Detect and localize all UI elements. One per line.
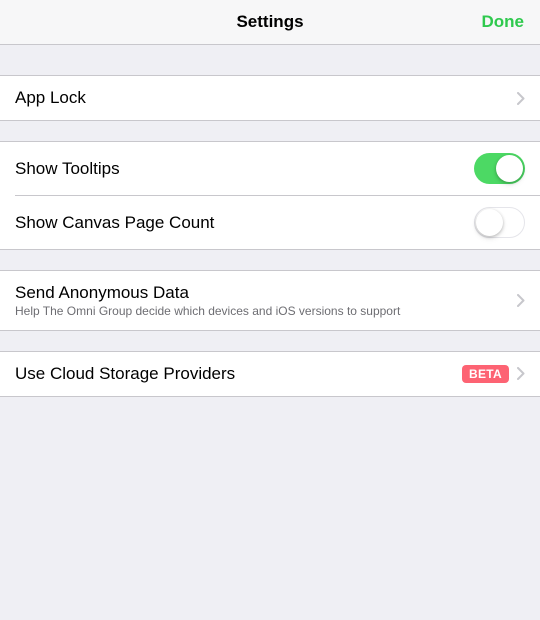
row-label: Use Cloud Storage Providers (15, 363, 454, 384)
row-label: App Lock (15, 87, 509, 108)
group-spacer (0, 250, 540, 270)
row-show-canvas-page-count[interactable]: Show Canvas Page Count (0, 196, 540, 249)
row-content: Show Canvas Page Count (15, 212, 474, 233)
page-title: Settings (236, 12, 303, 32)
group-anonymous-data: Send Anonymous Data Help The Omni Group … (0, 270, 540, 331)
group-spacer (0, 331, 540, 351)
row-content: Use Cloud Storage Providers (15, 363, 454, 384)
row-label: Show Tooltips (15, 158, 474, 179)
toggle-show-tooltips[interactable] (474, 153, 525, 184)
row-label: Send Anonymous Data (15, 282, 509, 303)
group-spacer (0, 121, 540, 141)
chevron-right-icon (517, 294, 525, 307)
row-app-lock[interactable]: App Lock (0, 76, 540, 120)
switch-knob (496, 155, 523, 182)
chevron-right-icon (517, 367, 525, 380)
switch-knob (476, 209, 503, 236)
group-spacer (0, 45, 540, 75)
row-show-tooltips[interactable]: Show Tooltips (0, 142, 540, 195)
group-app-lock: App Lock (0, 75, 540, 121)
chevron-right-icon (517, 92, 525, 105)
toggle-show-canvas-page-count[interactable] (474, 207, 525, 238)
row-label: Show Canvas Page Count (15, 212, 474, 233)
done-button[interactable]: Done (482, 12, 525, 32)
row-cloud-storage-providers[interactable]: Use Cloud Storage Providers BETA (0, 352, 540, 396)
group-cloud-storage: Use Cloud Storage Providers BETA (0, 351, 540, 397)
group-display-options: Show Tooltips Show Canvas Page Count (0, 141, 540, 250)
beta-badge: BETA (462, 365, 509, 383)
row-content: App Lock (15, 87, 509, 108)
row-sublabel: Help The Omni Group decide which devices… (15, 304, 509, 318)
settings-body: App Lock Show Tooltips Show Canvas Page … (0, 45, 540, 397)
settings-header: Settings Done (0, 0, 540, 45)
row-content: Send Anonymous Data Help The Omni Group … (15, 282, 509, 319)
row-content: Show Tooltips (15, 158, 474, 179)
row-send-anonymous-data[interactable]: Send Anonymous Data Help The Omni Group … (0, 271, 540, 330)
